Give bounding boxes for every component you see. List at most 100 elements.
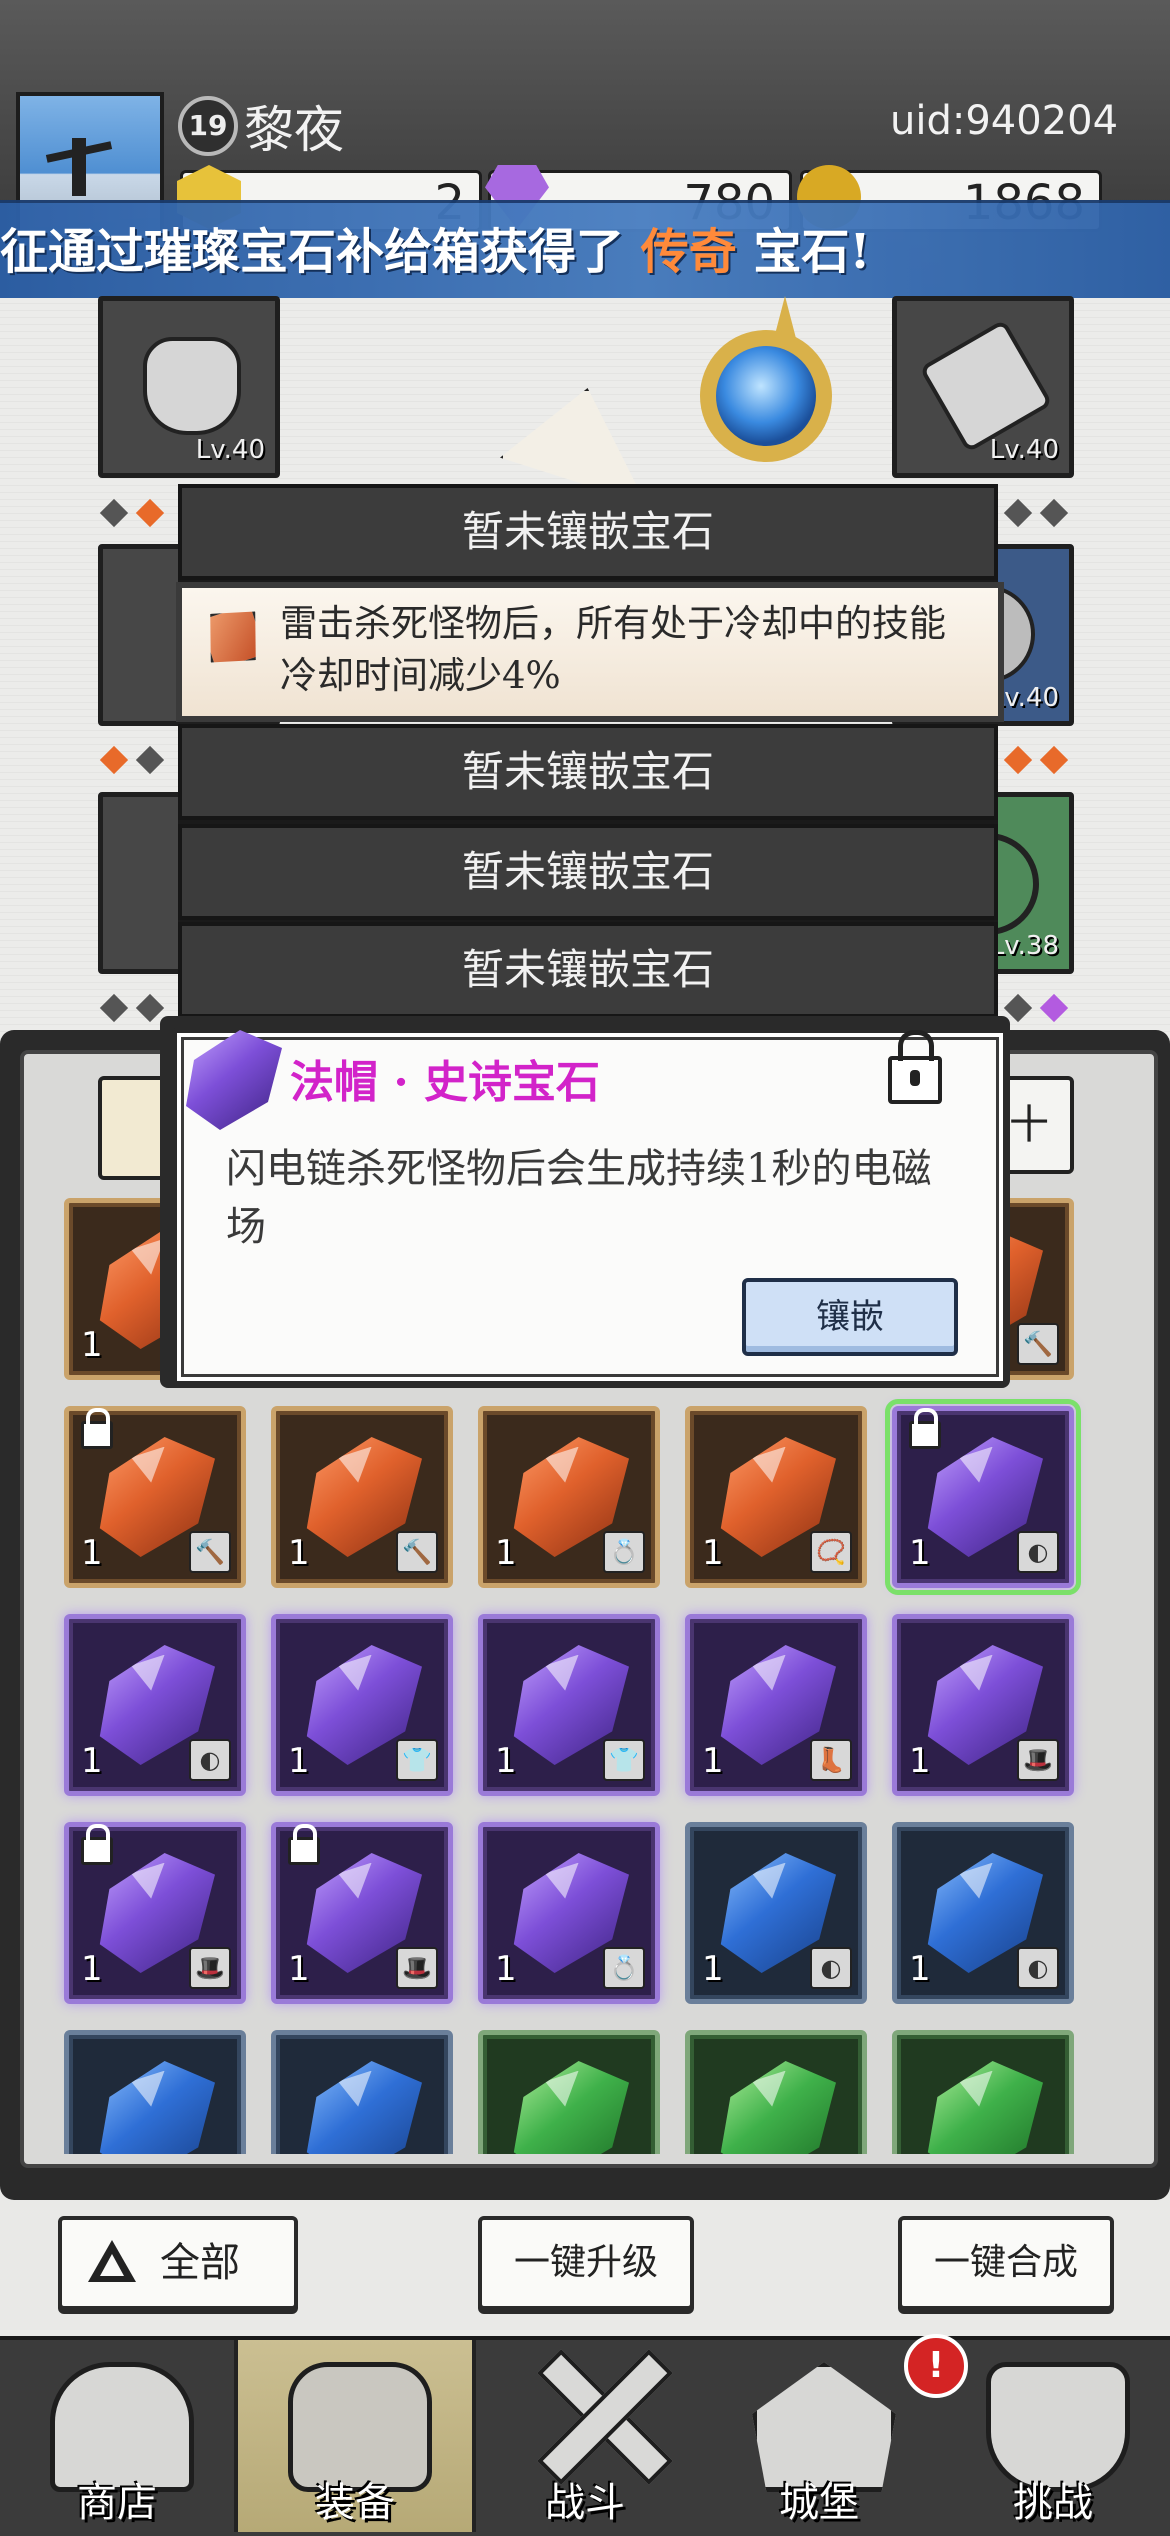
equip-type-icon: 💍 [603,1531,645,1573]
green-gem-icon [720,2061,836,2154]
equip-type-icon: ◐ [1017,1531,1059,1573]
gem-count: 1 [288,1949,310,1989]
gem-cell-purple[interactable]: 1 🎩 [271,1822,453,2004]
gem-cell-orange[interactable]: 1🔨 [271,1406,453,1588]
orange-gem-icon [196,600,269,673]
equip-type-icon: 📿 [810,1531,852,1573]
green-gem-icon [513,2061,629,2154]
gem-cell-purple[interactable]: 1 ◐ [885,1399,1081,1595]
nav-label: 战斗 [545,2480,625,2526]
triangle-filter-icon [88,2240,136,2282]
player-level-badge: 19 [178,96,238,156]
gem-socket-empty[interactable]: 暂未镶嵌宝石 [178,484,998,580]
announcement-suffix: 宝石! [736,224,871,280]
gem-count: 1 [495,1949,517,1989]
blue-gem-icon [306,2061,422,2154]
gem-count: 1 [81,1741,103,1781]
announcement-highlight: 传奇 [640,224,737,280]
gem-cell-orange[interactable]: 1🔨 [64,1406,246,1588]
equip-type-icon: 🔨 [1017,1323,1059,1365]
equip-level: Lv.40 [195,435,265,465]
lock-icon [81,1408,113,1449]
gem-cell-blue[interactable]: 1 ◐ [685,1822,867,2004]
lock-icon[interactable] [888,1030,942,1104]
equip-type-icon: 💍 [603,1947,645,1989]
gem-cell-blue[interactable]: 1 [271,2030,453,2154]
equip-type-icon: ◐ [810,1947,852,1989]
combine-all-button[interactable]: 一键合成 [898,2216,1114,2310]
equip-type-icon: 🎩 [396,1947,438,1989]
gem-count: 1 [702,1533,724,1573]
gem-count: 1 [702,1949,724,1989]
gem-count: 1 [81,1533,103,1573]
nav-castle[interactable]: 城堡 [702,2340,936,2532]
gem-cell-blue[interactable]: 1 [64,2030,246,2154]
nav-battle[interactable]: 战斗 [468,2340,702,2532]
announcement-prefix: 征通过璀璨宝石补给箱获得了 [0,224,641,280]
gem-cell-green[interactable]: 1 [892,2030,1074,2154]
gem-count: 1 [288,1533,310,1573]
equip-slot-hood[interactable]: Lv.40 [98,296,280,478]
gem-cell-purple[interactable]: 1 🎩 [892,1614,1074,1796]
gem-cell-purple[interactable]: 1 👕 [478,1614,660,1796]
gem-socket-empty[interactable]: 暂未镶嵌宝石 [178,922,998,1018]
socket-effect-text: 雷击杀死怪物后，所有处于冷却中的技能冷却时间减少4% [280,602,946,697]
nav-challenge[interactable]: 挑战 [936,2340,1170,2532]
gem-title: 法帽 · 史诗宝石 [290,1057,600,1108]
gem-cell-purple[interactable]: 1 ◐ [64,1614,246,1796]
equip-type-icon: 👕 [396,1739,438,1781]
nav-shop[interactable]: 商店 [0,2340,234,2532]
nav-label: 挑战 [1013,2480,1093,2526]
socket-label: 暂未镶嵌宝石 [461,747,714,796]
equip-type-icon: 👕 [603,1739,645,1781]
inlay-button[interactable]: 镶嵌 [742,1278,958,1356]
equip-level: Lv.40 [989,435,1059,465]
lock-icon [909,1408,941,1449]
filter-all-button[interactable]: 全部 [58,2216,298,2310]
nav-label: 装备 [315,2480,395,2526]
equip-type-icon: ◐ [189,1739,231,1781]
gem-cell-purple[interactable]: 1 👕 [271,1614,453,1796]
pants-icon [919,319,1053,453]
equip-type-icon: 🔨 [189,1531,231,1573]
gem-cell-blue[interactable]: 1 ◐ [892,1822,1074,2004]
gem-cell-green[interactable]: 1 [478,2030,660,2154]
player-uid: uid:940204 [890,98,1119,144]
gem-count: 1 [288,1741,310,1781]
gem-cell-purple[interactable]: 1 🎩 [64,1822,246,2004]
gem-count: 1 [909,1949,931,1989]
equip-level: Lv.38 [989,931,1059,961]
gem-cell-purple[interactable]: 1 💍 [478,1822,660,2004]
equip-type-icon: ◐ [1017,1947,1059,1989]
gem-cell-green[interactable]: 1 [685,2030,867,2154]
announcement-text: 征通过璀璨宝石补给箱获得了 传奇 宝石! [0,212,871,282]
gem-count: 1 [909,1533,931,1573]
filter-all-label: 全部 [160,2240,240,2286]
hood-icon [143,337,241,435]
upgrade-all-button[interactable]: 一键升级 [478,2216,694,2310]
gem-count: 1 [81,1325,103,1365]
gem-cell-purple[interactable]: 1 👢 [685,1614,867,1796]
gem-cell-orange[interactable]: 1 💍 [478,1406,660,1588]
player-name: 黎夜 [244,101,344,159]
nav-equipment[interactable]: 装备 [234,2340,476,2532]
lock-icon [288,1824,320,1865]
notification-badge: ! [904,2334,968,2398]
socket-label: 暂未镶嵌宝石 [461,945,714,994]
lock-icon [81,1824,113,1865]
gem-count: 1 [495,1741,517,1781]
gem-count: 1 [702,1741,724,1781]
equip-type-icon: 🔨 [396,1531,438,1573]
equip-type-icon: 👢 [810,1739,852,1781]
gem-socket-empty[interactable]: 暂未镶嵌宝石 [178,724,998,820]
gem-socket-empty[interactable]: 暂未镶嵌宝石 [178,824,998,920]
equip-slot-pants[interactable]: Lv.40 [892,296,1074,478]
gem-description: 闪电链杀死怪物后会生成持续1秒的电磁场 [226,1146,932,1250]
blue-gem-icon [99,2061,215,2154]
gem-count: 1 [909,1741,931,1781]
green-gem-icon [927,2061,1043,2154]
gem-socket-filled[interactable]: 雷击杀死怪物后，所有处于冷却中的技能冷却时间减少4% [176,582,1004,722]
gem-cell-orange[interactable]: 1 📿 [685,1406,867,1588]
gem-count: 1 [81,1949,103,1989]
equip-type-icon: 🎩 [189,1947,231,1989]
